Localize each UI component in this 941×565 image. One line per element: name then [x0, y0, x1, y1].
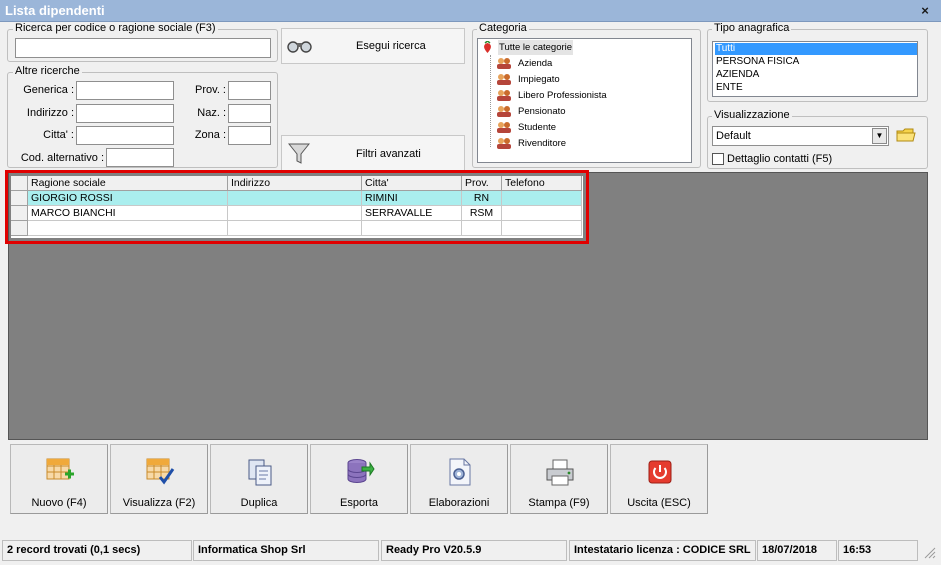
printer-icon — [546, 459, 574, 486]
status-license: Intestatario licenza : CODICE SRL — [569, 540, 756, 561]
type-item-ente[interactable]: ENTE — [715, 82, 917, 94]
window-title: Lista dipendenti — [5, 3, 105, 18]
citta-label: Citta' : — [43, 129, 74, 141]
generica-label: Generica : — [23, 84, 74, 96]
indirizzo-input[interactable] — [76, 104, 174, 123]
zona-label: Zona : — [194, 129, 226, 141]
contact-details-label: Dettaglio contatti (F5) — [727, 153, 833, 165]
strawberry-icon — [484, 41, 491, 53]
search-input[interactable] — [15, 38, 271, 58]
close-icon[interactable]: × — [919, 4, 931, 17]
exit-button[interactable]: Uscita (ESC) — [610, 444, 708, 514]
tree-item-label: Studente — [518, 122, 557, 133]
duplicate-button[interactable]: Duplica — [210, 444, 308, 514]
prov-label: Prov. : — [195, 84, 226, 96]
view-select[interactable]: Default ▼ — [712, 126, 889, 146]
export-button-label: Esporta — [340, 497, 378, 509]
generica-input[interactable] — [76, 81, 174, 100]
type-item-azienda[interactable]: AZIENDA — [715, 69, 917, 81]
search-button-label: Esegui ricerca — [356, 40, 426, 52]
binoculars-icon — [287, 41, 312, 53]
citta-input[interactable] — [76, 126, 174, 145]
exit-button-label: Uscita (ESC) — [627, 497, 691, 509]
tree-item-label: Rivenditore — [518, 138, 567, 149]
status-version: Ready Pro V20.5.9 — [381, 540, 567, 561]
new-button[interactable]: Nuovo (F4) — [10, 444, 108, 514]
type-legend: Tipo anagrafica — [712, 22, 792, 34]
advanced-filters-label: Filtri avanzati — [356, 148, 421, 160]
people-icon — [497, 106, 511, 117]
duplicate-button-label: Duplica — [240, 497, 278, 509]
folder-icon[interactable] — [895, 125, 917, 145]
indirizzo-label: Indirizzo : — [26, 107, 74, 119]
cod-alternativo-label: Cod. alternativo : — [20, 152, 104, 164]
tree-root-label: Tutte le categorie — [498, 40, 574, 55]
status-date: 18/07/2018 — [757, 540, 837, 561]
status-records: 2 record trovati (0,1 secs) — [2, 540, 192, 561]
processing-button-label: Elaborazioni — [428, 497, 490, 509]
print-button-label: Stampa (F9) — [528, 497, 590, 509]
view-legend: Visualizzazione — [712, 109, 792, 121]
type-listbox[interactable]: Tutti PERSONA FISICA AZIENDA ENTE — [712, 41, 918, 97]
tree-item-label: Impiegato — [518, 74, 560, 85]
chevron-down-icon[interactable]: ▼ — [872, 128, 887, 144]
grid-check-icon — [146, 458, 175, 485]
view-select-value: Default — [716, 130, 751, 142]
contact-details-checkbox[interactable] — [712, 153, 724, 165]
new-button-label: Nuovo (F4) — [31, 497, 87, 509]
people-icon — [497, 122, 511, 133]
prov-input[interactable] — [228, 81, 271, 100]
status-time: 16:53 — [838, 540, 918, 561]
tree-item-label: Libero Professionista — [518, 90, 607, 101]
other-search-legend: Altre ricerche — [13, 65, 82, 77]
funnel-icon — [288, 143, 310, 164]
search-legend: Ricerca per codice o ragione sociale (F3… — [13, 22, 218, 34]
type-item-tutti[interactable]: Tutti — [715, 43, 917, 55]
type-item-persona-fisica[interactable]: PERSONA FISICA — [715, 56, 917, 68]
advanced-filters-button[interactable]: Filtri avanzati — [281, 135, 465, 171]
processing-button[interactable]: Elaborazioni — [410, 444, 508, 514]
duplicate-icon — [248, 459, 272, 486]
people-icon — [497, 58, 511, 69]
grid-add-icon — [46, 458, 74, 480]
people-icon — [497, 138, 511, 149]
naz-input[interactable] — [228, 104, 271, 123]
search-button[interactable]: Esegui ricerca — [281, 28, 465, 64]
tree-item-label: Pensionato — [518, 106, 566, 117]
view-button[interactable]: Visualizza (F2) — [110, 444, 208, 514]
highlight-box — [5, 170, 589, 244]
cod-alternativo-input[interactable] — [106, 148, 174, 167]
power-icon — [648, 460, 672, 484]
print-button[interactable]: Stampa (F9) — [510, 444, 608, 514]
view-button-label: Visualizza (F2) — [122, 497, 196, 509]
people-icon — [497, 90, 511, 101]
naz-label: Naz. : — [197, 107, 226, 119]
resize-grip-icon[interactable] — [921, 544, 937, 560]
export-button[interactable]: Esporta — [310, 444, 408, 514]
people-icon — [497, 74, 511, 85]
tree-item-label: Azienda — [518, 58, 553, 69]
category-legend: Categoria — [477, 22, 529, 34]
category-tree[interactable]: Tutte le categorie Azienda Impiegato Lib… — [477, 38, 692, 163]
title-bar: Lista dipendenti × — [0, 0, 941, 22]
zona-input[interactable] — [228, 126, 271, 145]
status-company: Informatica Shop Srl — [193, 540, 379, 561]
document-gear-icon — [449, 458, 471, 486]
database-export-icon — [347, 459, 375, 483]
